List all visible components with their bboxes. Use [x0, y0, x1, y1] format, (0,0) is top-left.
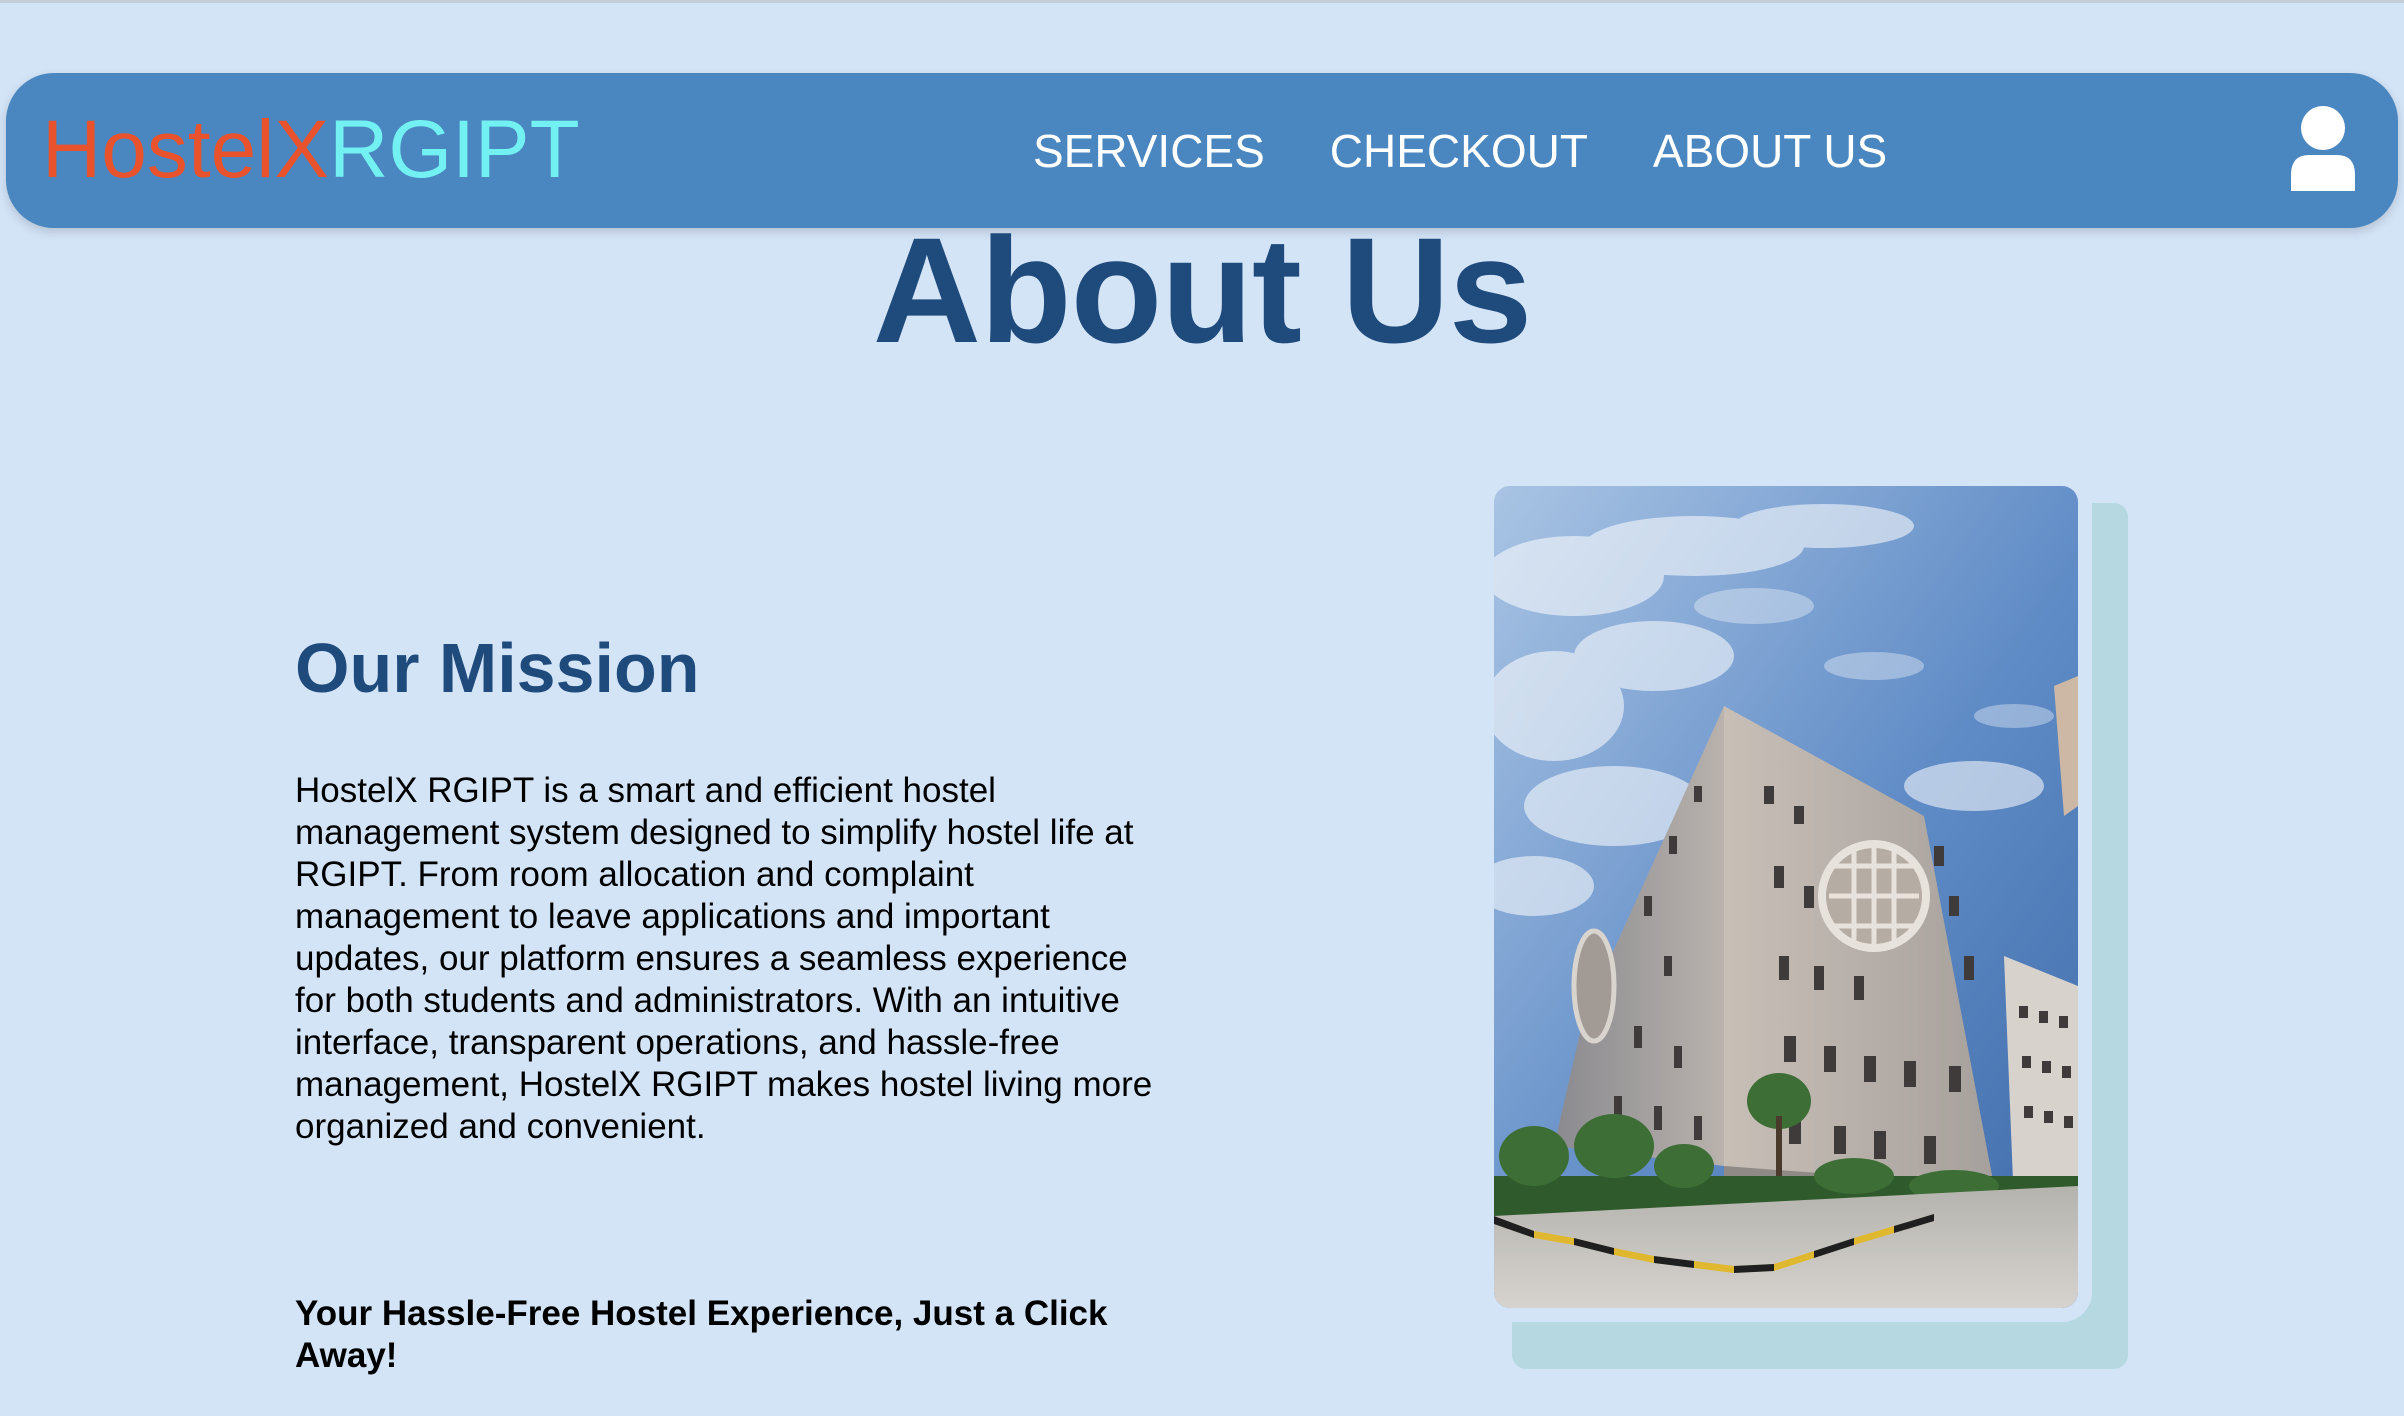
- tagline: Your Hassle-Free Hostel Experience, Just…: [295, 1294, 1108, 1375]
- logo-text-rgipt: RGIPT: [329, 104, 580, 195]
- navbar: HostelXRGIPT SERVICES CHECKOUT ABOUT US: [6, 73, 2398, 228]
- campus-building-illustration: [1494, 486, 2078, 1308]
- nav-link-services[interactable]: SERVICES: [1033, 124, 1265, 178]
- mission-heading: Our Mission: [295, 629, 700, 707]
- main-nav: SERVICES CHECKOUT ABOUT US: [1033, 123, 1887, 179]
- page-title: About Us: [872, 206, 1533, 374]
- site-logo[interactable]: HostelXRGIPT: [42, 105, 580, 195]
- user-icon-glyph: [2291, 106, 2355, 191]
- nav-link-checkout[interactable]: CHECKOUT: [1330, 124, 1588, 178]
- user-icon[interactable]: [2289, 105, 2357, 191]
- campus-building-image: [1494, 486, 2078, 1308]
- logo-text-hostelx: HostelX: [42, 104, 330, 195]
- mission-description: HostelX RGIPT is a smart and efficient h…: [295, 771, 1153, 1146]
- page-top-edge: [0, 0, 2404, 3]
- nav-link-about-us[interactable]: ABOUT US: [1653, 124, 1887, 178]
